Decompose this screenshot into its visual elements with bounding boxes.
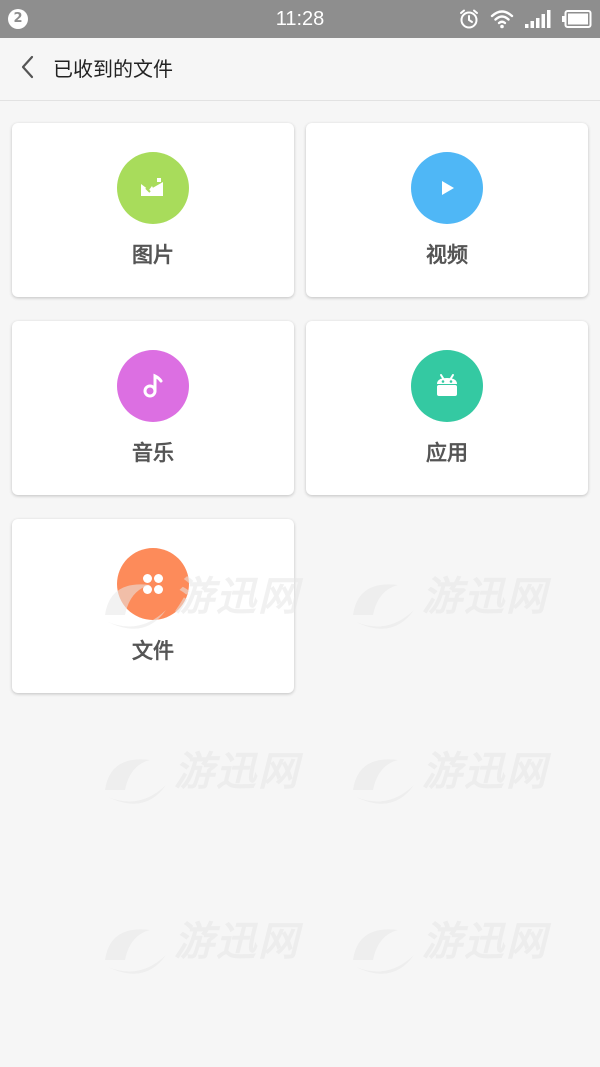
category-card-videos[interactable]: 视频 — [306, 123, 588, 297]
category-label: 音乐 — [132, 441, 174, 465]
watermark-text: 游迅网 — [422, 749, 548, 795]
watermark-logo: 游迅网 — [348, 735, 548, 815]
category-grid: 图片 视频 音乐 应用 文件 — [12, 123, 588, 693]
back-button[interactable] — [10, 51, 46, 87]
apps-grid-icon — [117, 548, 189, 620]
play-icon — [411, 152, 483, 224]
status-icons — [458, 7, 592, 31]
category-card-images[interactable]: 图片 — [12, 123, 294, 297]
category-card-music[interactable]: 音乐 — [12, 321, 294, 495]
category-label: 图片 — [132, 243, 174, 267]
category-label: 文件 — [132, 639, 174, 663]
watermark-logo: 游迅网 — [348, 905, 548, 985]
watermark-text: 游迅网 — [174, 749, 300, 795]
wifi-icon — [490, 9, 514, 29]
watermark-text: 游迅网 — [422, 919, 548, 965]
category-label: 应用 — [426, 441, 468, 465]
watermark-logo: 游迅网 — [100, 905, 300, 985]
app-header: 已收到的文件 — [0, 38, 600, 101]
category-card-files[interactable]: 文件 — [12, 519, 294, 693]
category-label: 视频 — [426, 243, 468, 267]
alarm-icon — [458, 8, 480, 30]
page-title: 已收到的文件 — [53, 57, 173, 81]
chevron-left-icon — [18, 54, 38, 84]
image-icon — [117, 152, 189, 224]
watermark-logo: 游迅网 — [100, 735, 300, 815]
battery-icon — [562, 9, 592, 29]
signal-icon — [524, 9, 552, 29]
status-bar: 2 11:28 — [0, 0, 600, 38]
watermark-text: 游迅网 — [174, 919, 300, 965]
category-card-apps[interactable]: 应用 — [306, 321, 588, 495]
music-note-icon — [117, 350, 189, 422]
android-icon — [411, 350, 483, 422]
